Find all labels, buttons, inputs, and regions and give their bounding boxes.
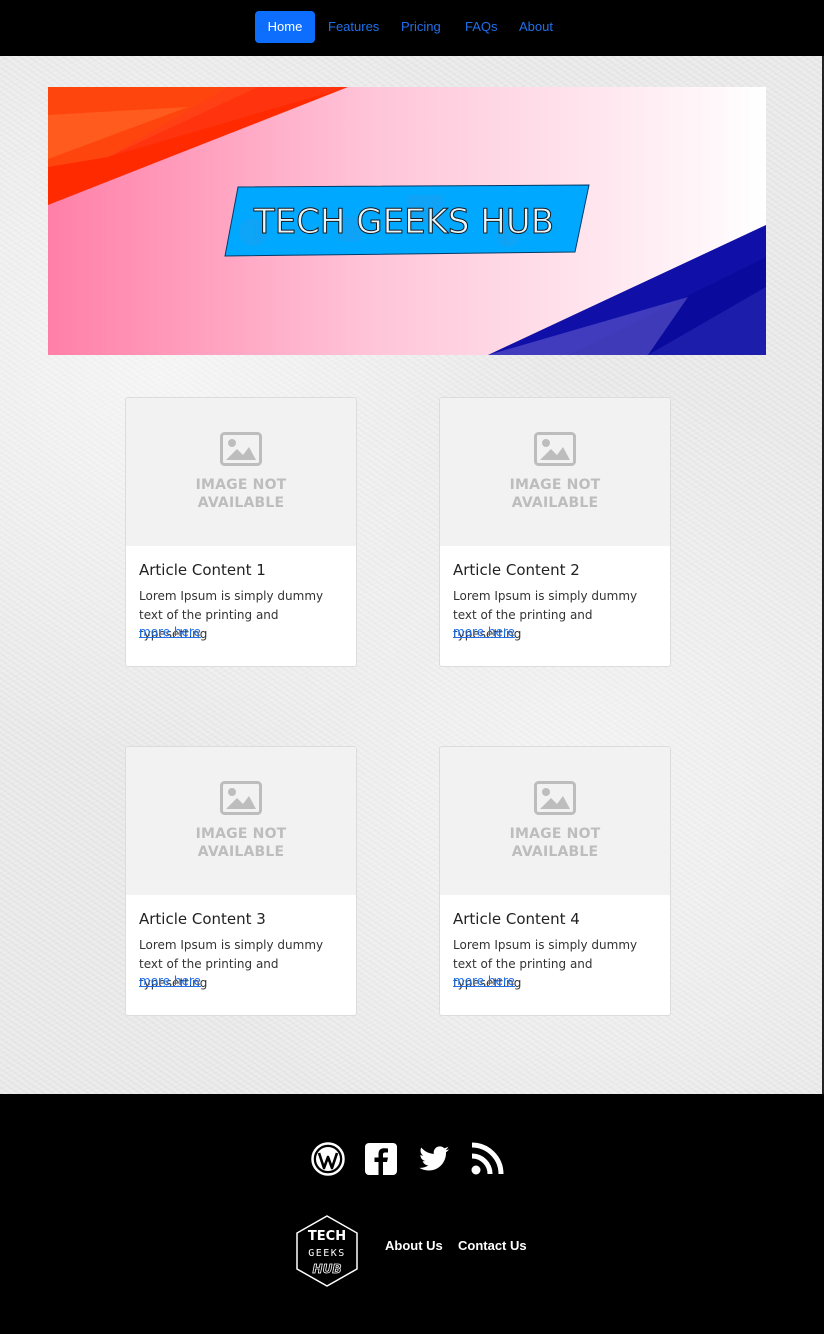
article-card: IMAGE NOT AVAILABLE Article Content 3 Lo… (125, 746, 357, 1016)
wordpress-icon[interactable] (311, 1142, 345, 1176)
hero-banner: TECH GEEKS HUB (48, 87, 766, 355)
placeholder-text: IMAGE NOT AVAILABLE (440, 825, 670, 861)
footer-about-link[interactable]: About Us (385, 1238, 443, 1253)
card-more-link[interactable]: more here (453, 974, 515, 988)
card-image-placeholder: IMAGE NOT AVAILABLE (440, 747, 670, 895)
card-title: Article Content 2 (453, 561, 580, 579)
tech-geeks-hub-logo[interactable]: TECH GEEKS HUB (294, 1214, 360, 1288)
card-image-placeholder: IMAGE NOT AVAILABLE (126, 747, 356, 895)
card-image-placeholder: IMAGE NOT AVAILABLE (440, 398, 670, 546)
card-title: Article Content 1 (139, 561, 266, 579)
twitter-icon[interactable] (417, 1142, 451, 1176)
footer-contact-link[interactable]: Contact Us (458, 1238, 527, 1253)
nav-features[interactable]: Features (315, 11, 392, 43)
card-title: Article Content 3 (139, 910, 266, 928)
article-card: IMAGE NOT AVAILABLE Article Content 1 Lo… (125, 397, 357, 667)
image-placeholder-icon (220, 781, 262, 815)
rss-icon[interactable] (470, 1142, 504, 1176)
card-more-link[interactable]: more here (139, 974, 201, 988)
image-placeholder-icon (220, 432, 262, 466)
placeholder-text: IMAGE NOT AVAILABLE (126, 476, 356, 512)
placeholder-text: IMAGE NOT AVAILABLE (126, 825, 356, 861)
placeholder-line-2: AVAILABLE (511, 844, 599, 860)
placeholder-line-1: IMAGE NOT (509, 826, 601, 842)
card-more-link[interactable]: more here (139, 625, 201, 639)
card-image-placeholder: IMAGE NOT AVAILABLE (126, 398, 356, 546)
logo-line-hub: HUB (313, 1262, 342, 1276)
logo-line-tech: TECH (308, 1229, 346, 1244)
top-navbar: Home Features Pricing FAQs About (0, 0, 824, 56)
article-card: IMAGE NOT AVAILABLE Article Content 2 Lo… (439, 397, 671, 667)
nav-about[interactable]: About (506, 11, 566, 43)
nav-home[interactable]: Home (255, 11, 315, 43)
placeholder-line-2: AVAILABLE (197, 844, 285, 860)
logo-line-geeks: GEEKS (308, 1248, 346, 1259)
nav-faqs[interactable]: FAQs (452, 11, 511, 43)
facebook-icon[interactable] (364, 1142, 398, 1176)
placeholder-line-1: IMAGE NOT (195, 477, 287, 493)
image-placeholder-icon (534, 432, 576, 466)
card-more-link[interactable]: more here (453, 625, 515, 639)
placeholder-line-1: IMAGE NOT (509, 477, 601, 493)
image-placeholder-icon (534, 781, 576, 815)
nav-pricing[interactable]: Pricing (388, 11, 454, 43)
placeholder-line-2: AVAILABLE (511, 495, 599, 511)
placeholder-text: IMAGE NOT AVAILABLE (440, 476, 670, 512)
banner-title: TECH GEEKS HUB (253, 202, 554, 242)
site-footer: TECH GEEKS HUB About Us Contact Us (0, 1094, 824, 1334)
placeholder-line-1: IMAGE NOT (195, 826, 287, 842)
placeholder-line-2: AVAILABLE (197, 495, 285, 511)
article-card: IMAGE NOT AVAILABLE Article Content 4 Lo… (439, 746, 671, 1016)
banner-title-layer: TECH GEEKS HUB (252, 202, 554, 243)
card-title: Article Content 4 (453, 910, 580, 928)
